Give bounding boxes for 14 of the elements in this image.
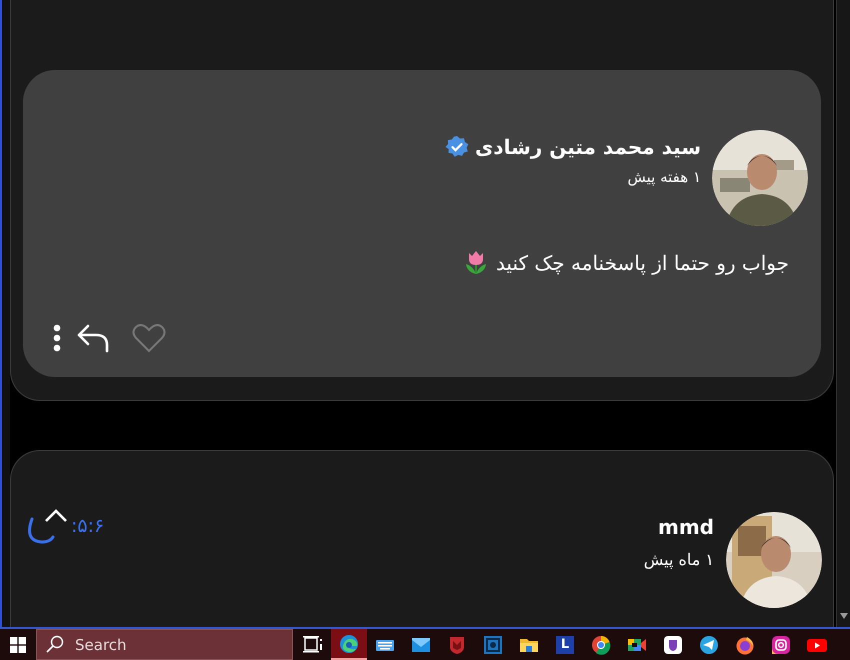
comment-time: ۱ ماه پیش <box>644 549 714 571</box>
author-name: mmd <box>658 514 714 541</box>
author-name: سید محمد متین رشادی <box>474 134 701 161</box>
countdown-timer: :۵:۶ <box>71 514 104 539</box>
reply-icon[interactable] <box>76 323 110 353</box>
browser-swirl-icon[interactable] <box>331 629 367 660</box>
comment-time: ۱ هفته پیش <box>628 167 701 188</box>
comment-text: جواب رو حتما از پاسخنامه چک کنید <box>496 250 789 277</box>
more-options-icon[interactable] <box>52 323 62 353</box>
search-field[interactable]: Search <box>36 629 293 660</box>
scroll-down-icon[interactable] <box>840 613 848 619</box>
search-icon <box>46 635 64 653</box>
letter-app-button[interactable]: L <box>547 629 583 660</box>
tulip-icon <box>464 250 488 276</box>
